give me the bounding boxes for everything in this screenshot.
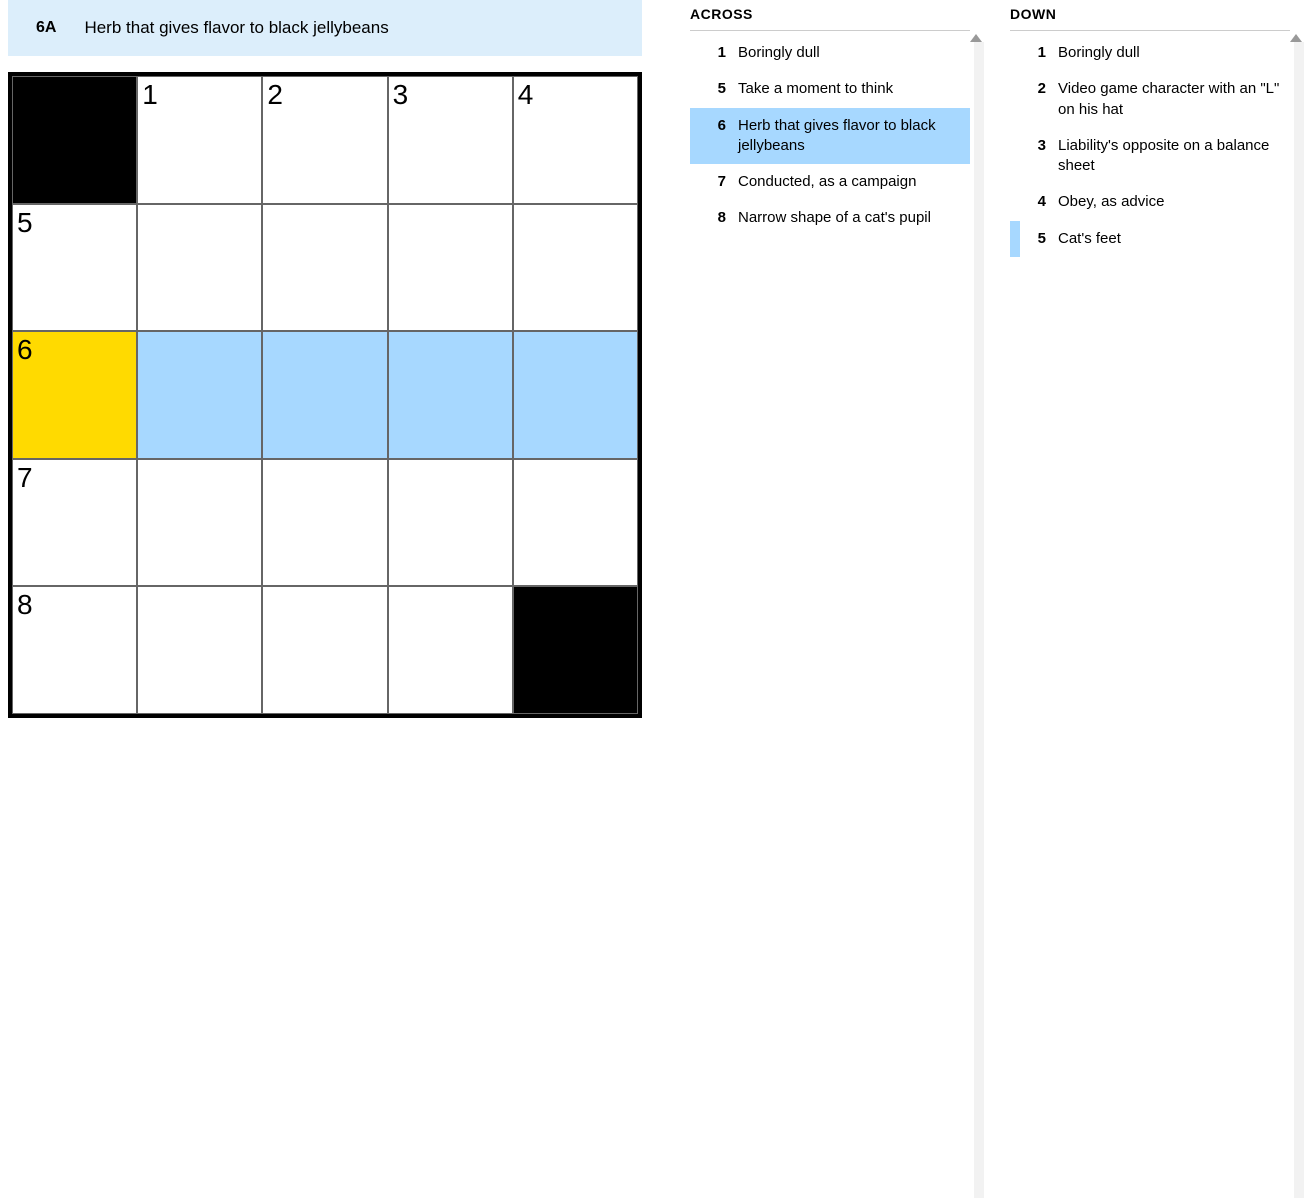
cell-number: 3 [393, 79, 409, 111]
clue-number: 6 [700, 116, 726, 157]
grid-cell[interactable]: 4 [513, 76, 638, 204]
cell-number: 1 [142, 79, 158, 111]
grid-cell[interactable] [513, 204, 638, 332]
clue-number: 4 [1020, 192, 1046, 212]
clue-number: 1 [1020, 43, 1046, 63]
clue-number: 8 [700, 208, 726, 228]
cell-number: 5 [17, 207, 33, 239]
grid-cell[interactable] [388, 459, 513, 587]
grid-cell[interactable] [388, 331, 513, 459]
scrollbar-track[interactable] [1294, 42, 1304, 1198]
crossword-grid[interactable]: 1 2 3 4 5 6 7 8 [8, 72, 642, 718]
cell-number: 8 [17, 589, 33, 621]
grid-cell [513, 586, 638, 714]
clue-text: Take a moment to think [738, 79, 964, 99]
current-clue-text: Herb that gives flavor to black jellybea… [84, 18, 388, 38]
clue-text: Video game character with an "L" on his … [1058, 79, 1284, 120]
grid-cell[interactable] [137, 204, 262, 332]
clue-item[interactable]: 2 Video game character with an "L" on his… [1010, 71, 1290, 128]
across-clue-list: 1 Boringly dull 5 Take a moment to think 6 He… [690, 35, 970, 237]
clue-item[interactable]: 8 Narrow shape of a cat's pupil [690, 200, 970, 236]
clue-item[interactable]: 1 Boringly dull [1010, 35, 1290, 71]
grid-cell[interactable]: 6 [12, 331, 137, 459]
cell-number: 4 [518, 79, 534, 111]
grid-cell [12, 76, 137, 204]
clue-number: 5 [1020, 229, 1046, 249]
grid-cell[interactable]: 3 [388, 76, 513, 204]
down-clue-list: 1 Boringly dull 2 Video game character with… [1010, 35, 1290, 257]
clue-item[interactable]: 6 Herb that gives flavor to black jellybe… [690, 108, 970, 165]
clue-text: Boringly dull [1058, 43, 1284, 63]
scroll-up-icon[interactable] [1290, 34, 1302, 42]
grid-cell[interactable]: 2 [262, 76, 387, 204]
clue-number: 3 [1020, 136, 1046, 177]
grid-cell[interactable] [513, 459, 638, 587]
grid-cell[interactable] [388, 204, 513, 332]
grid-cell[interactable] [262, 586, 387, 714]
grid-cell[interactable] [137, 586, 262, 714]
grid-cell[interactable] [262, 459, 387, 587]
clue-number: 5 [700, 79, 726, 99]
grid-cell[interactable] [137, 459, 262, 587]
down-column: DOWN 1 Boringly dull 2 Video game character… [1010, 6, 1290, 718]
scroll-up-icon[interactable] [970, 34, 982, 42]
current-clue-bar: 6A Herb that gives flavor to black jelly… [8, 0, 642, 56]
current-clue-label: 6A [36, 19, 56, 37]
down-header: DOWN [1010, 6, 1290, 31]
grid-cell[interactable]: 1 [137, 76, 262, 204]
cell-number: 6 [17, 334, 33, 366]
clue-item[interactable]: 3 Liability's opposite on a balance sheet [1010, 128, 1290, 185]
cell-number: 7 [17, 462, 33, 494]
clue-item[interactable]: 5 Cat's feet [1010, 221, 1290, 257]
clue-number: 2 [1020, 79, 1046, 120]
grid-cell[interactable]: 5 [12, 204, 137, 332]
clue-item[interactable]: 7 Conducted, as a campaign [690, 164, 970, 200]
clue-text: Obey, as advice [1058, 192, 1284, 212]
scrollbar-track[interactable] [974, 42, 984, 1198]
clue-text: Boringly dull [738, 43, 964, 63]
grid-cell[interactable]: 7 [12, 459, 137, 587]
clue-number: 1 [700, 43, 726, 63]
clue-item[interactable]: 5 Take a moment to think [690, 71, 970, 107]
grid-cell[interactable]: 8 [12, 586, 137, 714]
grid-cell[interactable] [262, 331, 387, 459]
across-column: ACROSS 1 Boringly dull 5 Take a moment to t… [690, 6, 970, 718]
clue-number: 7 [700, 172, 726, 192]
grid-cell[interactable] [513, 331, 638, 459]
cell-number: 2 [267, 79, 283, 111]
grid-cell[interactable] [262, 204, 387, 332]
grid-cell[interactable] [137, 331, 262, 459]
clue-item[interactable]: 4 Obey, as advice [1010, 184, 1290, 220]
clue-text: Liability's opposite on a balance sheet [1058, 136, 1284, 177]
clue-text: Herb that gives flavor to black jellybea… [738, 116, 964, 157]
clue-text: Conducted, as a campaign [738, 172, 964, 192]
clue-text: Cat's feet [1058, 229, 1284, 249]
clue-item[interactable]: 1 Boringly dull [690, 35, 970, 71]
grid-cell[interactable] [388, 586, 513, 714]
clue-text: Narrow shape of a cat's pupil [738, 208, 964, 228]
across-header: ACROSS [690, 6, 970, 31]
